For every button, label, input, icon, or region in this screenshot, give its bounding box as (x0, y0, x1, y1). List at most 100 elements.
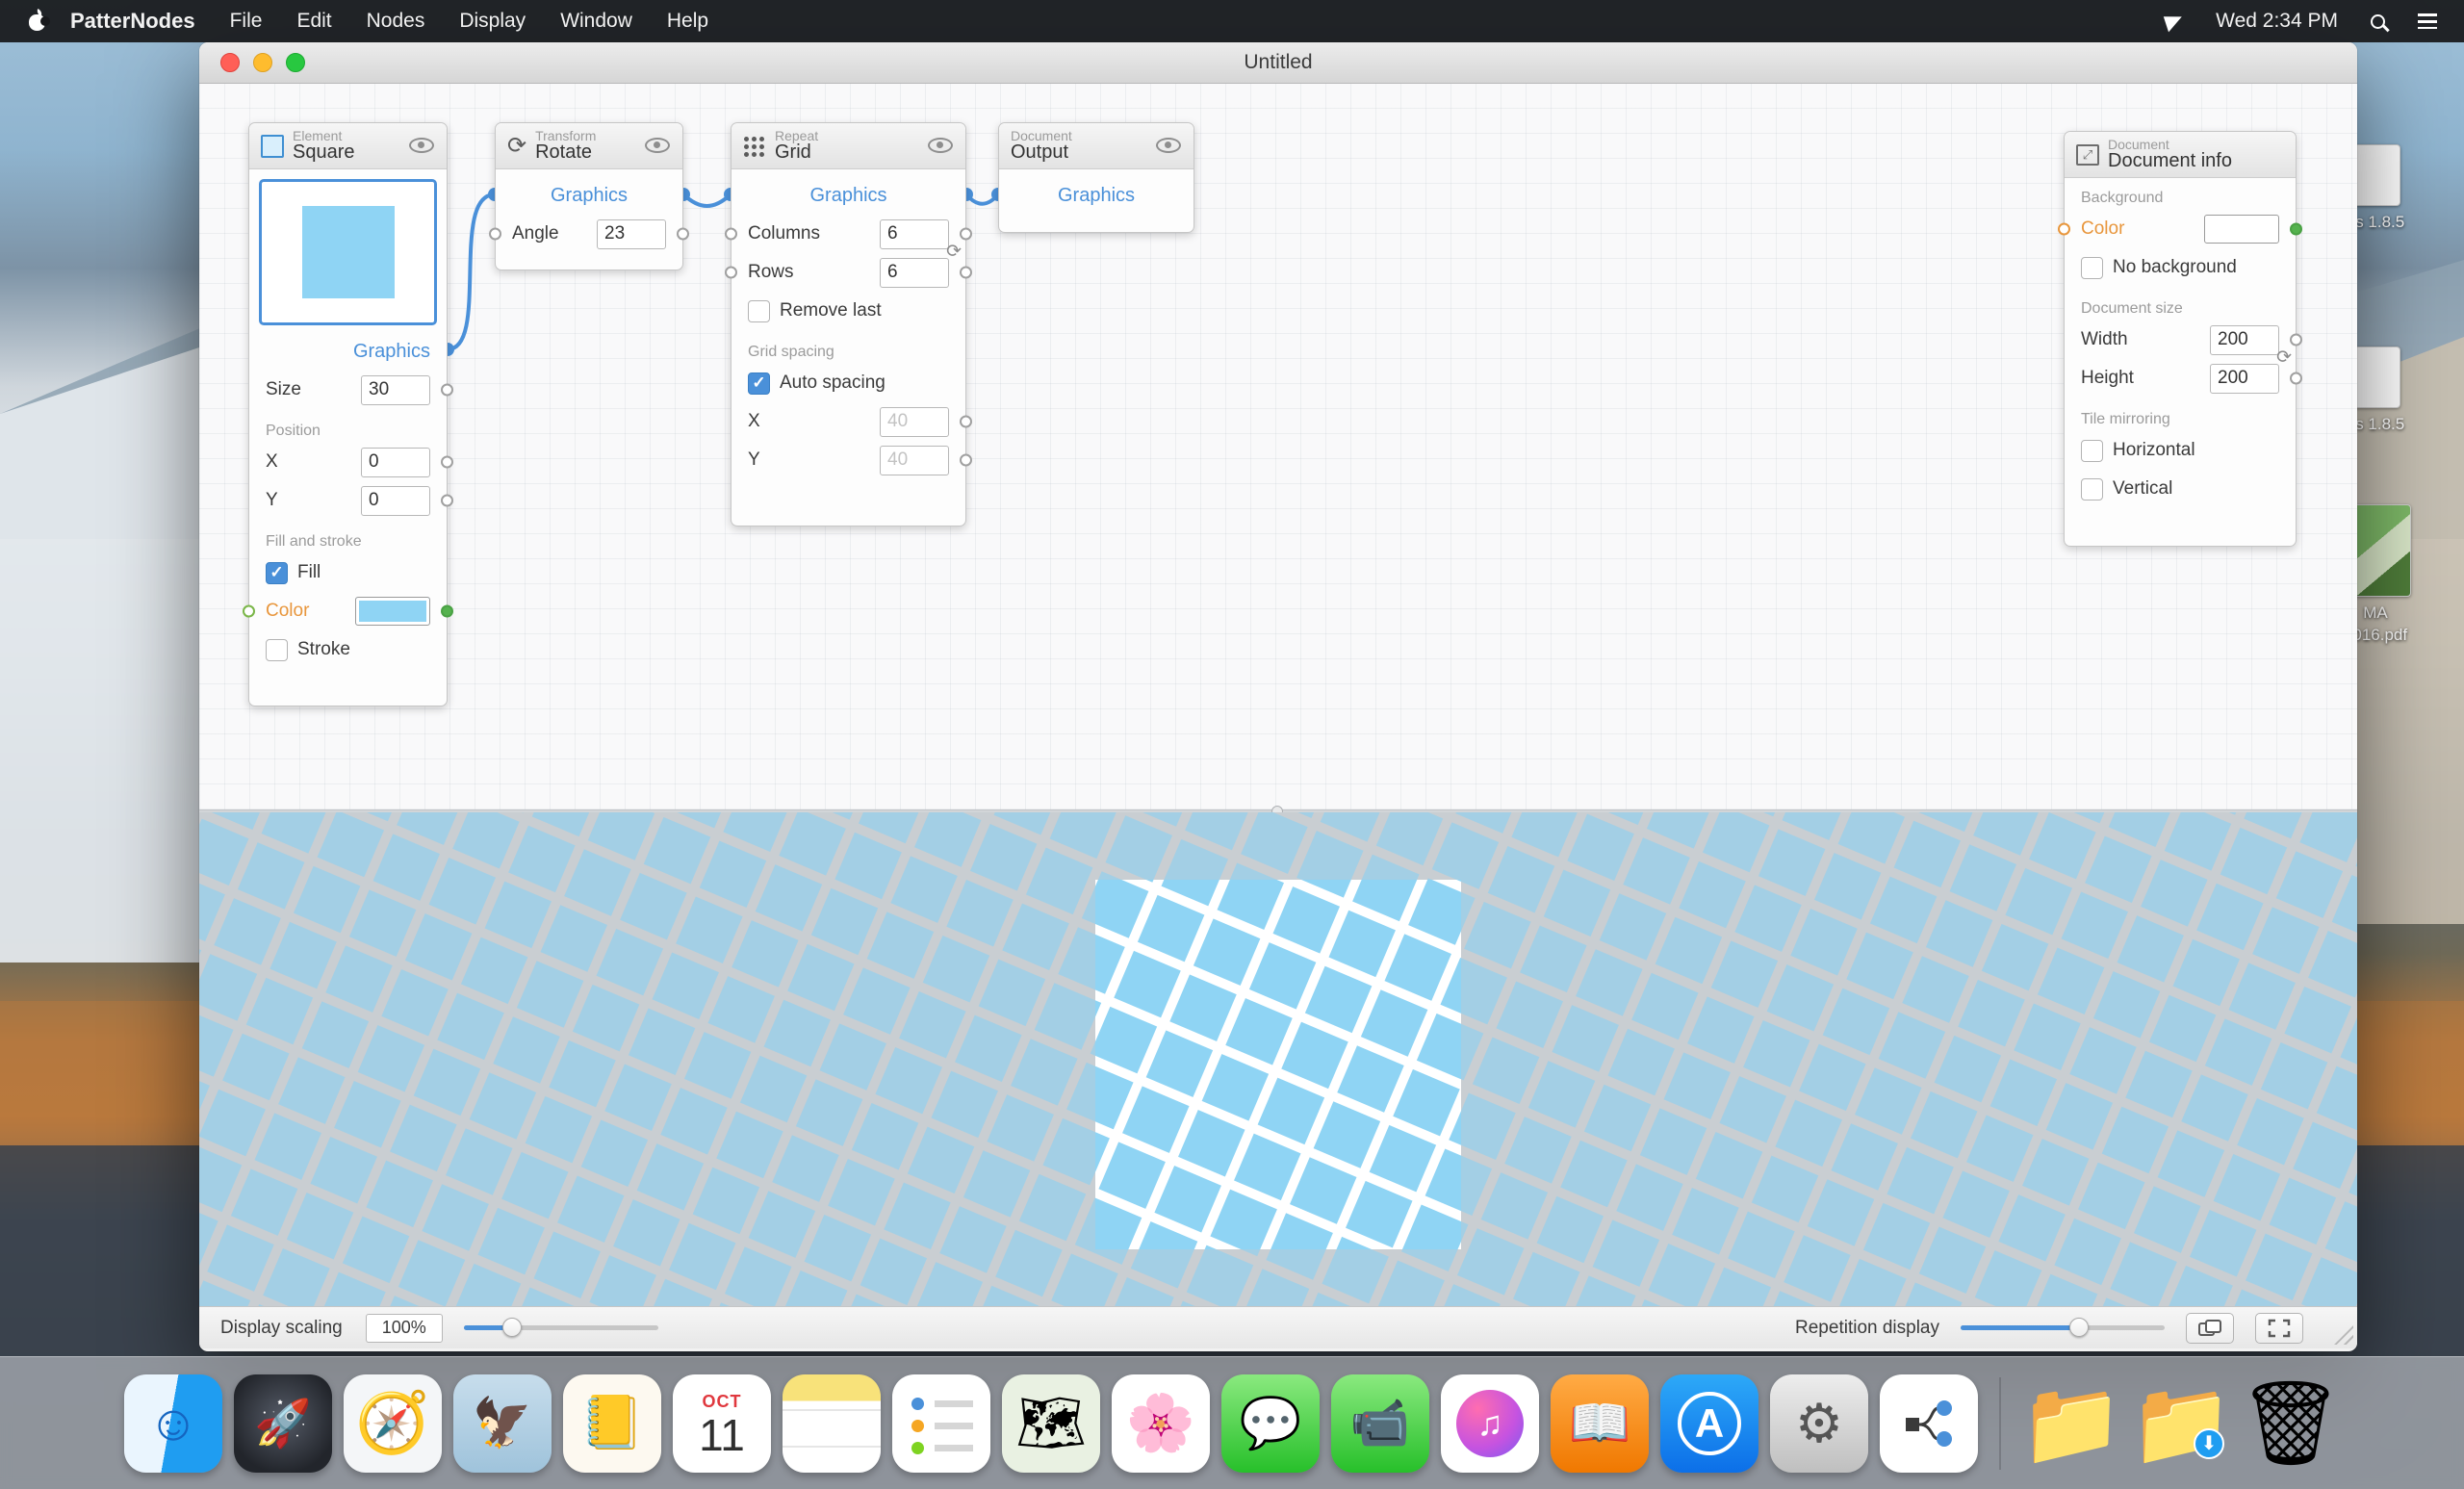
columns-field[interactable] (880, 219, 949, 249)
dock-downloads-folder-icon[interactable]: 📁 ⬇ (2132, 1374, 2230, 1473)
color-label: Color (266, 601, 355, 622)
dock-folder-icon[interactable]: 📁 (2022, 1374, 2120, 1473)
node-rotate[interactable]: ⟳ Transform Rotate Graphics Angle (495, 122, 683, 270)
dock-messages-icon[interactable]: 💬 (1221, 1374, 1320, 1473)
node-output[interactable]: Document Output Graphics (998, 122, 1194, 233)
fill-color-swatch[interactable] (355, 597, 430, 626)
fullscreen-button[interactable] (2255, 1313, 2303, 1344)
dock-ibooks-icon[interactable]: 📖 (1551, 1374, 1649, 1473)
dock-notes-icon[interactable] (783, 1374, 881, 1473)
node-document-info[interactable]: ⤢ Document Document info Background Colo… (2064, 131, 2297, 547)
dock-maps-icon[interactable]: 🗺 (1002, 1374, 1100, 1473)
rows-port[interactable] (960, 267, 972, 279)
dock-mail-icon[interactable]: 🦅 (453, 1374, 552, 1473)
angle-output-port[interactable] (677, 228, 689, 241)
dock-launchpad-icon[interactable]: 🚀 (234, 1374, 332, 1473)
spacing-y-port[interactable] (960, 454, 972, 467)
height-port[interactable] (2290, 372, 2302, 385)
spacing-y-field[interactable] (880, 446, 949, 475)
dock-facetime-icon[interactable]: 📹 (1331, 1374, 1429, 1473)
slider-knob[interactable] (2069, 1318, 2089, 1337)
node-header[interactable]: ⟳ Transform Rotate (496, 123, 682, 169)
x-field[interactable] (361, 448, 430, 477)
dock-reminders-icon[interactable] (892, 1374, 990, 1473)
dock-contacts-icon[interactable]: 📒 (563, 1374, 661, 1473)
scale-value[interactable]: 100% (366, 1314, 443, 1343)
link-values-icon[interactable] (2276, 348, 2292, 367)
x-port[interactable] (441, 456, 453, 469)
background-color-output-port[interactable] (2290, 223, 2302, 236)
menu-item-nodes[interactable]: Nodes (367, 10, 425, 33)
node-header[interactable]: Repeat Grid (732, 123, 965, 169)
no-background-checkbox[interactable] (2081, 257, 2103, 279)
node-canvas[interactable]: Element Square Graphics Size Position X (199, 84, 2357, 809)
dock-system-preferences-icon[interactable]: ⚙ (1770, 1374, 1868, 1473)
spacing-x-port[interactable] (960, 416, 972, 428)
size-field[interactable] (361, 375, 430, 405)
menu-app-name[interactable]: PatterNodes (70, 9, 195, 34)
menu-item-help[interactable]: Help (667, 10, 708, 33)
menu-item-file[interactable]: File (230, 10, 263, 33)
rows-input-port[interactable] (725, 267, 737, 279)
horizontal-checkbox[interactable] (2081, 440, 2103, 462)
background-color-swatch[interactable] (2204, 215, 2279, 244)
menu-item-edit[interactable]: Edit (296, 10, 331, 33)
display-scaling-slider[interactable] (464, 1325, 658, 1330)
angle-input-port[interactable] (489, 228, 501, 241)
eye-icon[interactable] (409, 138, 434, 153)
notification-center-icon[interactable] (2418, 13, 2437, 29)
spacing-x-field[interactable] (880, 407, 949, 437)
angle-field[interactable] (597, 219, 666, 249)
width-port[interactable] (2290, 334, 2302, 347)
node-square[interactable]: Element Square Graphics Size Position X (248, 122, 448, 706)
fill-checkbox[interactable] (266, 562, 288, 584)
node-grid[interactable]: Repeat Grid Graphics Columns Rows (731, 122, 966, 526)
menu-item-display[interactable]: Display (459, 10, 526, 33)
repetition-display-slider[interactable] (1961, 1325, 2165, 1330)
rows-field[interactable] (880, 258, 949, 288)
dock-itunes-icon[interactable]: ♫ (1441, 1374, 1539, 1473)
dock-finder-icon[interactable]: ☺ (124, 1374, 222, 1473)
columns-input-port[interactable] (725, 228, 737, 241)
eye-icon[interactable] (928, 138, 953, 153)
apple-menu-icon[interactable] (29, 13, 45, 31)
tile-mirroring-section-label: Tile mirroring (2065, 403, 2296, 428)
columns-port[interactable] (960, 228, 972, 241)
dock-patternodes-icon[interactable] (1880, 1374, 1978, 1473)
y-label: Y (266, 490, 361, 511)
node-header[interactable]: Element Square (249, 123, 447, 169)
node-header[interactable]: ⤢ Document Document info (2065, 132, 2296, 178)
height-field[interactable] (2210, 364, 2279, 394)
menu-clock[interactable]: Wed 2:34 PM (2216, 10, 2338, 33)
eye-icon[interactable] (1156, 138, 1181, 153)
square-preview (259, 179, 437, 325)
auto-spacing-checkbox[interactable] (748, 372, 770, 395)
eye-icon[interactable] (645, 138, 670, 153)
slider-knob[interactable] (502, 1318, 522, 1337)
stroke-checkbox[interactable] (266, 639, 288, 661)
dock-appstore-icon[interactable]: A (1660, 1374, 1758, 1473)
status-arrow-icon[interactable] (2164, 11, 2185, 32)
background-color-input-port[interactable] (2058, 223, 2070, 236)
tile-overlap-button[interactable] (2186, 1313, 2234, 1344)
menu-item-window[interactable]: Window (560, 10, 632, 33)
y-field[interactable] (361, 486, 430, 516)
y-port[interactable] (441, 495, 453, 507)
title-bar[interactable]: Untitled (199, 42, 2357, 84)
spacing-y-label: Y (748, 449, 880, 471)
dock-calendar-icon[interactable]: OCT 11 (673, 1374, 771, 1473)
spotlight-icon[interactable] (2371, 14, 2385, 29)
grid-icon (743, 136, 764, 157)
link-values-icon[interactable] (946, 243, 962, 261)
vertical-checkbox[interactable] (2081, 478, 2103, 501)
width-field[interactable] (2210, 325, 2279, 355)
color-output-port[interactable] (441, 605, 453, 618)
dock-trash-icon[interactable]: 🗑 (2242, 1374, 2340, 1473)
dock-photos-icon[interactable]: 🌸 (1112, 1374, 1210, 1473)
dock-safari-icon[interactable]: 🧭 (344, 1374, 442, 1473)
pattern-preview[interactable] (199, 812, 2357, 1306)
node-header[interactable]: Document Output (999, 123, 1194, 169)
color-input-port[interactable] (243, 605, 255, 618)
size-port[interactable] (441, 384, 453, 397)
remove-last-checkbox[interactable] (748, 300, 770, 322)
